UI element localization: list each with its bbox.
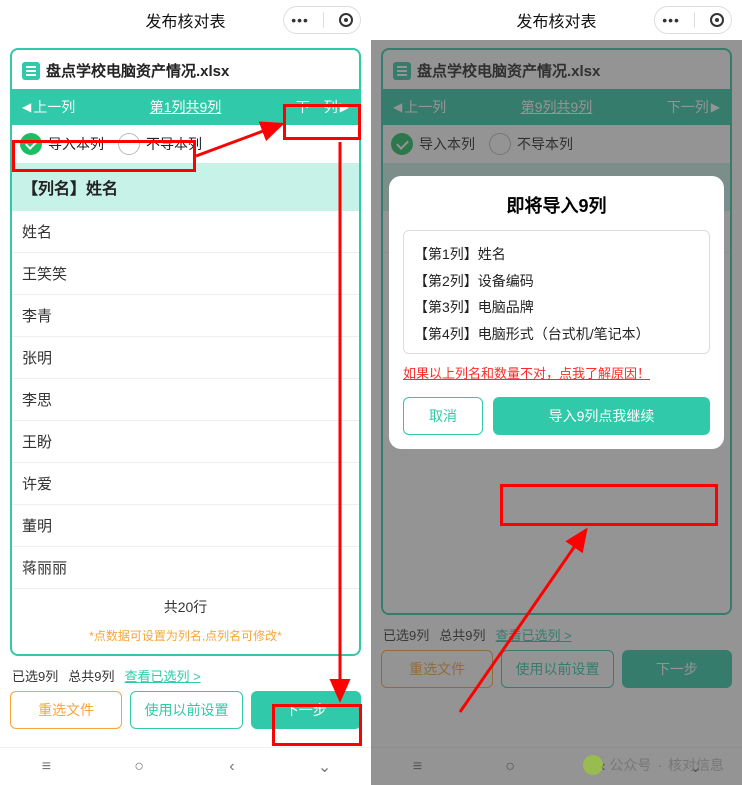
file-name: 盘点学校电脑资产情况.xlsx [46, 60, 229, 81]
android-navbar: ≡ ○ ‹ ⌄ [0, 747, 371, 785]
menu-dots-icon[interactable]: ••• [291, 12, 309, 28]
close-ring-icon[interactable] [710, 13, 724, 27]
column-indicator[interactable]: 第1列共9列 [150, 97, 222, 117]
capsule-divider [694, 12, 695, 28]
titlebar: 发布核对表 ••• [0, 0, 371, 40]
file-card: 盘点学校电脑资产情况.xlsx ◀上一列 第1列共9列 下一列▶ 导入本列 不导… [10, 48, 361, 656]
phone-left: 发布核对表 ••• 盘点学校电脑资产情况.xlsx ◀上一列 第1列共9列 下一… [0, 0, 371, 785]
table-row[interactable]: 王盼 [12, 421, 359, 463]
button-row: 重选文件 使用以前设置 下一步 [10, 691, 361, 735]
spreadsheet-icon [22, 62, 40, 80]
modal-column-item: 【第3列】电脑品牌 [414, 294, 699, 321]
selected-count: 已选9列 [12, 666, 58, 685]
table-row[interactable]: 姓名 [12, 211, 359, 253]
column-nav: ◀上一列 第1列共9列 下一列▶ [12, 89, 359, 125]
table-row[interactable]: 董明 [12, 505, 359, 547]
back-icon[interactable]: ‹ [223, 758, 241, 776]
skip-radio-off[interactable] [118, 133, 140, 155]
import-radio-row: 导入本列 不导本列 [12, 125, 359, 163]
wechat-icon [583, 755, 603, 775]
table-row[interactable]: 李思 [12, 379, 359, 421]
next-column-button[interactable]: 下一列▶ [290, 97, 355, 117]
home-icon[interactable]: ○ [130, 758, 148, 776]
status-row: 已选9列 总共9列 查看已选列 > [10, 656, 361, 691]
table-row[interactable]: 蒋丽丽 [12, 547, 359, 589]
total-count: 总共9列 [68, 666, 114, 685]
import-confirm-modal: 即将导入9列 【第1列】姓名【第2列】设备编码【第3列】电脑品牌【第4列】电脑形… [389, 176, 724, 449]
page-title: 发布核对表 [145, 8, 225, 32]
table-row[interactable]: 许爱 [12, 463, 359, 505]
reselect-file-button[interactable]: 重选文件 [10, 691, 122, 729]
import-radio-on[interactable] [20, 133, 42, 155]
modal-title: 即将导入9列 [403, 192, 710, 218]
drawer-icon[interactable]: ⌄ [316, 758, 334, 776]
modal-column-item: 【第2列】设备编码 [414, 268, 699, 295]
chevron-left-icon: ◀ [22, 100, 31, 114]
phone-right: 发布核对表 ••• 盘点学校电脑资产情况.xlsx ◀上一列 第9列共9列 下一… [371, 0, 742, 785]
modal-buttons: 取消 导入9列点我继续 [403, 397, 710, 435]
close-ring-icon[interactable] [339, 13, 353, 27]
menu-dots-icon[interactable]: ••• [662, 12, 680, 28]
prev-column-button[interactable]: ◀上一列 [16, 97, 81, 117]
view-selected-link[interactable]: 查看已选列 > [124, 666, 200, 685]
watermark-prefix: 公众号 [609, 755, 651, 775]
wechat-capsule[interactable]: ••• [283, 6, 361, 34]
skip-label[interactable]: 不导本列 [146, 134, 202, 154]
table-row[interactable]: 李青 [12, 295, 359, 337]
use-previous-button[interactable]: 使用以前设置 [130, 691, 242, 729]
table-row[interactable]: 张明 [12, 337, 359, 379]
next-step-button[interactable]: 下一步 [251, 691, 361, 729]
row-count: 共20行 [12, 589, 359, 625]
content-left: 盘点学校电脑资产情况.xlsx ◀上一列 第1列共9列 下一列▶ 导入本列 不导… [0, 40, 371, 747]
import-label[interactable]: 导入本列 [48, 134, 104, 154]
hint-text: *点数据可设置为列名,点列名可修改* [12, 625, 359, 654]
file-title-row: 盘点学校电脑资产情况.xlsx [12, 50, 359, 89]
titlebar: 发布核对表 ••• [371, 0, 742, 40]
recent-apps-icon[interactable]: ≡ [37, 758, 55, 776]
wechat-capsule[interactable]: ••• [654, 6, 732, 34]
data-rows: 姓名王笑笑李青张明李思王盼许爱董明蒋丽丽 [12, 211, 359, 589]
modal-column-item: 【第4列】电脑形式（台式机/笔记本） [414, 321, 699, 348]
watermark-name: 核对信息 [668, 755, 724, 775]
capsule-divider [323, 12, 324, 28]
table-row[interactable]: 王笑笑 [12, 253, 359, 295]
modal-warning-link[interactable]: 如果以上列名和数量不对，点我了解原因！ [403, 364, 710, 385]
column-header[interactable]: 【列名】姓名 [12, 163, 359, 211]
cancel-button[interactable]: 取消 [403, 397, 483, 435]
watermark: 公众号 · 核对信息 [583, 755, 724, 775]
chevron-right-icon: ▶ [340, 100, 349, 114]
modal-column-item: 【第1列】姓名 [414, 241, 699, 268]
page-title: 发布核对表 [516, 8, 596, 32]
confirm-import-button[interactable]: 导入9列点我继续 [493, 397, 710, 435]
modal-column-list: 【第1列】姓名【第2列】设备编码【第3列】电脑品牌【第4列】电脑形式（台式机/笔… [403, 230, 710, 354]
